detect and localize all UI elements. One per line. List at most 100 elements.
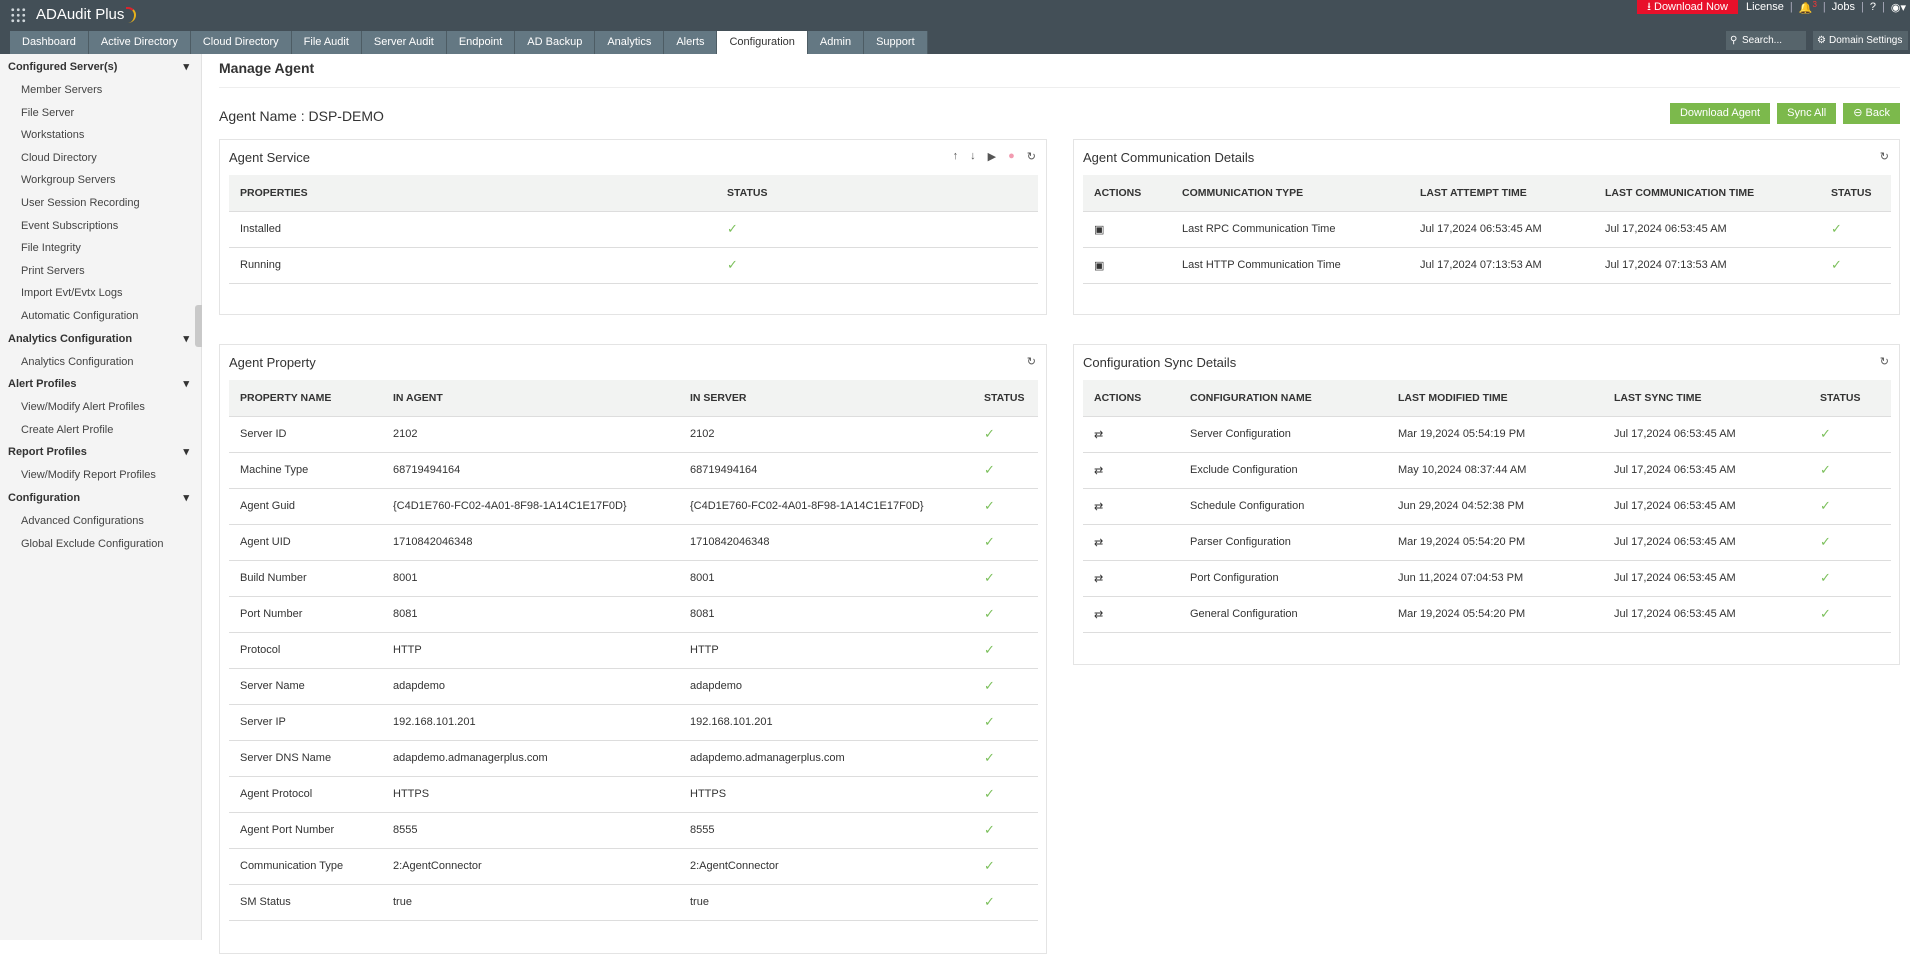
arrow-up-icon[interactable]: ↑ <box>953 150 959 163</box>
app-logo[interactable]: ADAudit Plus <box>10 6 137 23</box>
domain-settings-button[interactable]: ⚙ Domain Settings <box>1813 31 1908 50</box>
tab-active-directory[interactable]: Active Directory <box>88 31 191 54</box>
table-cell: Last RPC Communication Time <box>1171 211 1409 248</box>
sidebar-item[interactable]: Global Exclude Configuration <box>0 533 201 556</box>
table-cell: HTTPS <box>382 776 679 813</box>
sync-icon[interactable]: ⇄ <box>1083 524 1179 561</box>
sidebar-item[interactable]: Import Evt/Evtx Logs <box>0 282 201 305</box>
download-now-button[interactable]: ⭳ Download Now <box>1637 0 1738 14</box>
status-check-icon: ✓ <box>973 488 1038 525</box>
caret-down-icon[interactable]: ▾ <box>183 373 189 396</box>
sync-all-button[interactable]: Sync All <box>1777 103 1837 124</box>
sidebar-group-header[interactable]: Alert Profiles ▾ <box>0 373 201 396</box>
back-button[interactable]: ⊖ Back <box>1843 103 1900 124</box>
tab-endpoint[interactable]: Endpoint <box>446 31 516 54</box>
sidebar-item[interactable]: View/Modify Report Profiles <box>0 464 201 487</box>
caret-down-icon[interactable]: ▾ <box>183 487 189 510</box>
status-check-icon: ✓ <box>1820 211 1891 248</box>
sidebar-item[interactable]: Cloud Directory <box>0 147 201 170</box>
sidebar-item[interactable]: Advanced Configurations <box>0 510 201 533</box>
sidebar-item[interactable]: Analytics Configuration <box>0 351 201 374</box>
sync-icon[interactable]: ⇄ <box>1083 596 1179 633</box>
tab-alerts[interactable]: Alerts <box>664 31 718 54</box>
table-cell: Jul 17,2024 06:53:45 AM <box>1603 560 1809 597</box>
refresh-icon[interactable]: ↻ <box>1880 355 1889 368</box>
sync-icon[interactable]: ⇄ <box>1083 560 1179 597</box>
column-header: PROPERTY NAME <box>229 380 382 417</box>
table-row: ⇄ Schedule Configuration Jun 29,2024 04:52… <box>1083 488 1891 525</box>
tab-dashboard[interactable]: Dashboard <box>10 31 89 54</box>
sidebar-item[interactable]: File Integrity <box>0 237 201 260</box>
sidebar-item[interactable]: Event Subscriptions <box>0 215 201 238</box>
tab-admin[interactable]: Admin <box>807 31 865 54</box>
tab-analytics[interactable]: Analytics <box>595 31 665 54</box>
refresh-icon[interactable]: ↻ <box>1027 355 1036 368</box>
sidebar-item[interactable]: Workgroup Servers <box>0 169 201 192</box>
app-grid-icon[interactable] <box>10 6 26 23</box>
tab-file-audit[interactable]: File Audit <box>291 31 362 54</box>
table-row: Agent UID 1710842046348 1710842046348 ✓ <box>229 524 1038 561</box>
table-cell: Jul 17,2024 07:13:53 AM <box>1409 247 1594 284</box>
monitor-icon[interactable]: ▣ <box>1083 247 1171 284</box>
arrow-down-icon[interactable]: ↓ <box>970 150 976 163</box>
tab-support[interactable]: Support <box>864 31 928 54</box>
sidebar-item[interactable]: File Server <box>0 102 201 125</box>
sidebar-item[interactable]: Automatic Configuration <box>0 305 201 328</box>
sidebar-item[interactable]: Print Servers <box>0 260 201 283</box>
table-row: Port Number 8081 8081 ✓ <box>229 596 1038 633</box>
sidebar-item[interactable]: Create Alert Profile <box>0 419 201 442</box>
column-header: IN AGENT <box>382 380 679 417</box>
monitor-icon[interactable]: ▣ <box>1083 211 1171 248</box>
column-header: ACTIONS <box>1083 175 1171 212</box>
divider <box>219 87 1900 88</box>
column-header: STATUS <box>716 175 1038 212</box>
download-agent-button[interactable]: Download Agent <box>1669 103 1771 124</box>
tab-server-audit[interactable]: Server Audit <box>361 31 447 54</box>
jobs-link[interactable]: Jobs <box>1832 1 1855 13</box>
table-cell: Exclude Configuration <box>1179 452 1387 489</box>
table-cell: Jul 17,2024 06:53:45 AM <box>1603 596 1809 633</box>
caret-down-icon[interactable]: ▾ <box>183 441 189 464</box>
column-header: IN SERVER <box>679 380 973 417</box>
gear-icon: ⚙ <box>1817 35 1826 46</box>
sidebar-group-header[interactable]: Analytics Configuration ▾ <box>0 328 201 351</box>
tab-ad-backup[interactable]: AD Backup <box>515 31 596 54</box>
user-avatar-icon[interactable]: ◉▾ <box>1891 1 1906 14</box>
sync-icon[interactable]: ⇄ <box>1083 416 1179 453</box>
sync-icon[interactable]: ⇄ <box>1083 452 1179 489</box>
sidebar-item[interactable]: User Session Recording <box>0 192 201 215</box>
table-cell: Machine Type <box>229 452 382 489</box>
table-row: Server DNS Name adapdemo.admanagerplus.co… <box>229 740 1038 777</box>
sidebar-item[interactable]: View/Modify Alert Profiles <box>0 396 201 419</box>
play-icon[interactable]: ▶ <box>988 150 996 163</box>
table-cell: Build Number <box>229 560 382 597</box>
sidebar-group-title: Configuration <box>8 491 81 504</box>
table-cell: 2:AgentConnector <box>679 848 973 885</box>
table-cell: 8081 <box>382 596 679 633</box>
sidebar-group-header[interactable]: Configuration ▾ <box>0 487 201 510</box>
help-icon[interactable]: ? <box>1870 1 1876 13</box>
table-cell: Mar 19,2024 05:54:20 PM <box>1387 524 1603 561</box>
sidebar-group-header[interactable]: Configured Server(s) ▾ <box>0 56 201 79</box>
sidebar-item[interactable]: Member Servers <box>0 79 201 102</box>
sidebar-group-header[interactable]: Report Profiles ▾ <box>0 441 201 464</box>
table-row: Communication Type 2:AgentConnector 2:Agen… <box>229 848 1038 885</box>
sidebar-collapse-handle[interactable] <box>195 305 202 347</box>
table-row: ⇄ Port Configuration Jun 11,2024 07:04:53 … <box>1083 560 1891 597</box>
stop-icon[interactable]: ● <box>1008 150 1015 163</box>
table-cell: 8555 <box>382 812 679 849</box>
agent-communication-panel: Agent Communication Details ↻ ACTIONS COM… <box>1073 139 1900 315</box>
tab-cloud-directory[interactable]: Cloud Directory <box>190 31 292 54</box>
sidebar-item[interactable]: Workstations <box>0 124 201 147</box>
search-input[interactable]: ⚲ Search... <box>1726 31 1806 50</box>
bell-icon[interactable]: 🔔3 <box>1799 0 1817 14</box>
caret-down-icon[interactable]: ▾ <box>183 328 189 351</box>
back-arrow-icon: ⊖ <box>1853 107 1866 119</box>
license-link[interactable]: License <box>1746 1 1784 13</box>
tab-configuration[interactable]: Configuration <box>717 31 808 54</box>
caret-down-icon[interactable]: ▾ <box>183 56 189 79</box>
refresh-icon[interactable]: ↻ <box>1880 150 1889 163</box>
refresh-icon[interactable]: ↻ <box>1027 150 1036 163</box>
sync-icon[interactable]: ⇄ <box>1083 488 1179 525</box>
sidebar-group-title: Report Profiles <box>8 446 87 459</box>
